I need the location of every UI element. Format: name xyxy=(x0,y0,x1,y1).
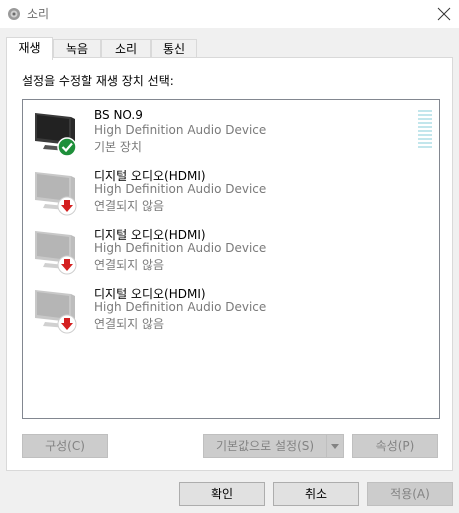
monitor-icon xyxy=(31,284,79,334)
tab-communications[interactable]: 통신 xyxy=(151,39,197,58)
set-default-label: 기본값으로 설정(S) xyxy=(216,439,315,453)
title-bar: 소리 xyxy=(0,0,459,28)
chevron-down-icon[interactable] xyxy=(326,435,343,457)
device-item[interactable]: BS NO.9 High Definition Audio Device 기본 … xyxy=(23,102,439,160)
monitor-icon xyxy=(31,107,79,157)
device-description: High Definition Audio Device xyxy=(94,182,267,196)
close-icon xyxy=(437,7,451,21)
default-check-icon xyxy=(57,137,77,157)
cancel-button[interactable]: 취소 xyxy=(273,482,359,506)
window-title: 소리 xyxy=(27,7,50,21)
ok-button[interactable]: 확인 xyxy=(179,482,265,506)
device-item[interactable]: 디지털 오디오(HDMI) High Definition Audio Devi… xyxy=(23,161,439,219)
volume-level-meter xyxy=(418,110,432,150)
device-description: High Definition Audio Device xyxy=(94,123,267,137)
tab-playback[interactable]: 재생 xyxy=(6,37,53,60)
properties-button[interactable]: 속성(P) xyxy=(352,434,438,458)
device-item[interactable]: 디지털 오디오(HDMI) High Definition Audio Devi… xyxy=(23,279,439,337)
tab-sounds[interactable]: 소리 xyxy=(101,39,151,58)
monitor-icon xyxy=(31,225,79,275)
set-default-button[interactable]: 기본값으로 설정(S) xyxy=(203,434,344,458)
device-list[interactable]: BS NO.9 High Definition Audio Device 기본 … xyxy=(22,99,440,419)
configure-button[interactable]: 구성(C) xyxy=(22,434,108,458)
device-status: 연결되지 않음 xyxy=(94,199,165,213)
apply-button[interactable]: 적용(A) xyxy=(367,482,453,506)
device-description: High Definition Audio Device xyxy=(94,241,267,255)
device-name: BS NO.9 xyxy=(94,108,143,122)
playback-panel: 설정을 수정할 재생 장치 선택: BS NO.9 High Definitio… xyxy=(6,57,453,471)
device-status: 기본 장치 xyxy=(94,140,142,154)
device-description: High Definition Audio Device xyxy=(94,300,267,314)
device-status: 연결되지 않음 xyxy=(94,317,165,331)
device-status: 연결되지 않음 xyxy=(94,258,165,272)
speaker-icon xyxy=(6,6,22,22)
instruction-text: 설정을 수정할 재생 장치 선택: xyxy=(22,74,174,88)
device-item[interactable]: 디지털 오디오(HDMI) High Definition Audio Devi… xyxy=(23,220,439,278)
tab-recording[interactable]: 녹음 xyxy=(53,39,101,58)
monitor-icon xyxy=(31,166,79,216)
close-button[interactable] xyxy=(429,0,459,28)
